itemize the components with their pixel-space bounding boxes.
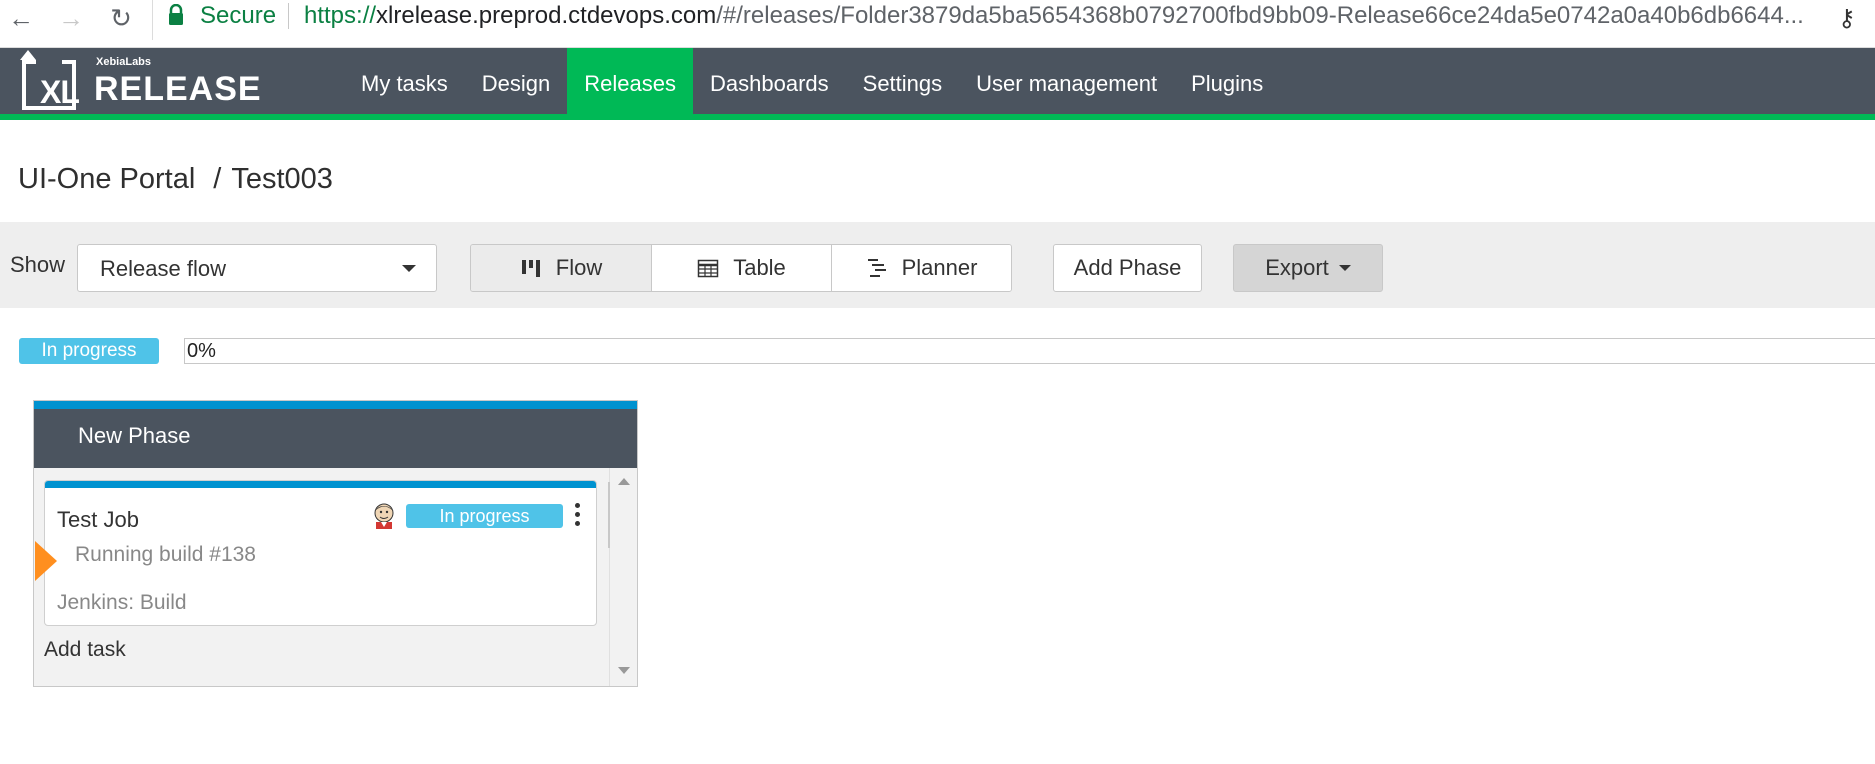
- xl-release-logo[interactable]: XL XebiaLabs RELEASE: [18, 50, 261, 114]
- phase-body: Test Job In progress Running build #138 …: [34, 468, 637, 686]
- address-bar[interactable]: https://xlrelease.preprod.ctdevops.com/#…: [304, 2, 1814, 30]
- logo-box: XL: [22, 60, 80, 110]
- task-type: Jenkins: Build: [57, 591, 187, 614]
- export-caret-icon: [1338, 265, 1351, 271]
- breadcrumb-folder[interactable]: UI-One Portal: [18, 163, 195, 196]
- table-view-label: Table: [733, 255, 786, 280]
- url-host: xlrelease.preprod.ctdevops.com: [376, 2, 717, 29]
- flow-icon: [521, 260, 540, 277]
- planner-view-button[interactable]: Planner: [831, 245, 1011, 291]
- scroll-down-icon[interactable]: [618, 667, 630, 674]
- show-label: Show: [10, 252, 66, 277]
- task-title: Test Job: [57, 507, 139, 532]
- nav-dashboards[interactable]: Dashboards: [693, 48, 846, 120]
- add-task-link[interactable]: Add task: [44, 638, 126, 662]
- nav-my-tasks[interactable]: My tasks: [344, 48, 465, 120]
- active-task-marker-icon: [35, 541, 57, 581]
- show-select[interactable]: Release flow: [77, 244, 437, 292]
- table-view-button[interactable]: Table: [651, 245, 831, 291]
- scroll-up-icon[interactable]: [618, 478, 630, 485]
- url-path: /#/releases/Folder3879da5ba5654368b07927…: [716, 2, 1804, 29]
- breadcrumb-release: Test003: [231, 163, 333, 195]
- view-switcher: Flow Table Planner: [470, 244, 1012, 292]
- chrome-divider: [152, 0, 153, 40]
- brand-company: XebiaLabs: [96, 56, 152, 68]
- secure-label: Secure: [200, 2, 277, 29]
- phase-column: New Phase Test Job In progress Running b…: [33, 400, 638, 687]
- nav-settings[interactable]: Settings: [846, 48, 960, 120]
- table-icon: [697, 259, 719, 278]
- planner-icon: [867, 259, 886, 277]
- main-nav: My tasks Design Releases Dashboards Sett…: [344, 48, 1280, 120]
- back-icon[interactable]: ←: [6, 3, 36, 33]
- planner-view-label: Planner: [901, 255, 978, 280]
- nav-design[interactable]: Design: [465, 48, 567, 120]
- task-detail: Running build #138: [75, 543, 256, 566]
- release-progress-bar: 0%: [184, 338, 1875, 364]
- nav-plugins[interactable]: Plugins: [1174, 48, 1280, 120]
- release-toolbar: Show Release flow Flow Table Planner Add…: [0, 222, 1875, 308]
- task-card[interactable]: Test Job In progress Running build #138 …: [35, 480, 597, 626]
- app-header: XL XebiaLabs RELEASE My tasks Design Rel…: [0, 48, 1875, 120]
- task-more-icon[interactable]: [572, 501, 582, 529]
- breadcrumb: UI-One Portal / Test003: [18, 163, 333, 196]
- show-select-value: Release flow: [100, 256, 226, 281]
- chevron-down-icon: [402, 265, 416, 272]
- export-label: Export: [1265, 255, 1329, 280]
- export-button[interactable]: Export: [1233, 244, 1383, 292]
- nav-user-management[interactable]: User management: [959, 48, 1174, 120]
- breadcrumb-separator: /: [213, 163, 222, 195]
- lock-icon: [169, 4, 183, 25]
- phase-scrollbar[interactable]: [608, 468, 637, 686]
- logo-arrow-icon: [20, 50, 36, 60]
- task-status-badge: In progress: [406, 504, 563, 528]
- flow-view-button[interactable]: Flow: [471, 245, 651, 291]
- browser-toolbar: ← → ↻ Secure https://xlrelease.preprod.c…: [0, 0, 1875, 48]
- url-separator: [288, 3, 289, 29]
- key-icon[interactable]: ⚷: [1838, 4, 1856, 33]
- phase-header[interactable]: New Phase: [34, 401, 637, 468]
- phase-title[interactable]: New Phase: [78, 423, 191, 449]
- logo-xl-text: XL: [40, 74, 80, 110]
- flow-view-label: Flow: [555, 255, 603, 280]
- brand-product: RELEASE: [94, 70, 262, 108]
- progress-label: 0%: [187, 340, 216, 362]
- scrollbar-thumb[interactable]: [608, 482, 610, 548]
- add-phase-button[interactable]: Add Phase: [1053, 244, 1202, 292]
- release-status-badge: In progress: [19, 338, 159, 364]
- jenkins-icon: [374, 503, 394, 529]
- nav-releases[interactable]: Releases: [567, 48, 693, 120]
- reload-icon[interactable]: ↻: [106, 3, 136, 33]
- task-status-strip: [45, 481, 596, 488]
- forward-icon[interactable]: →: [56, 3, 86, 33]
- url-scheme: https://: [304, 2, 377, 29]
